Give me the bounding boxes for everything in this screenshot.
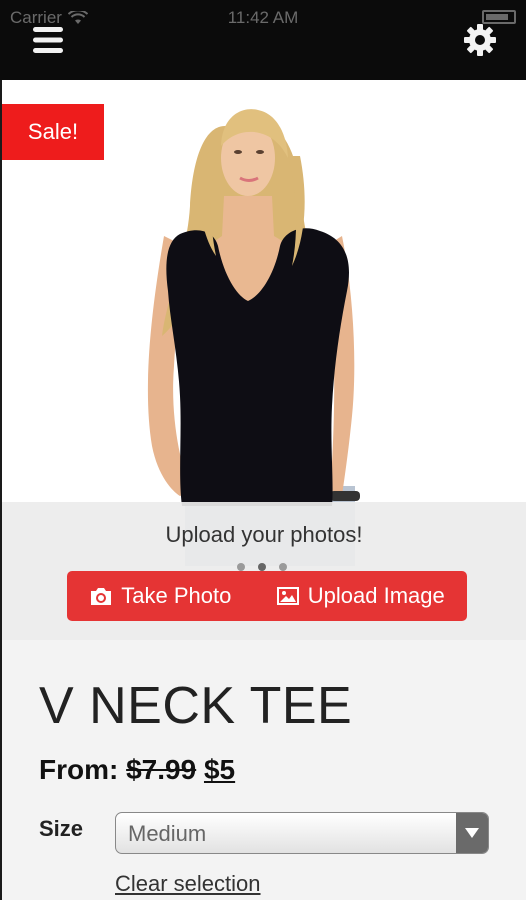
size-select[interactable]: Medium — [115, 812, 489, 854]
upload-image-label: Upload Image — [307, 583, 445, 608]
take-photo-button[interactable]: Take Photo — [89, 583, 231, 609]
price-line: From: $7.99 $5 — [39, 754, 235, 786]
chevron-down-icon[interactable] — [456, 813, 488, 853]
upload-panel: Upload your photos! Take Photo Upload Im… — [2, 502, 526, 640]
size-selected-value: Medium — [128, 821, 207, 846]
pager-dot[interactable] — [279, 563, 287, 571]
size-label: Size — [39, 816, 84, 841]
sale-badge: Sale! — [2, 104, 104, 160]
price-prefix: From: — [39, 754, 119, 785]
camera-icon — [91, 588, 112, 605]
image-icon — [276, 587, 299, 605]
upload-button-group: Take Photo Upload Image — [67, 571, 467, 621]
clear-selection-link[interactable]: Clear selection — [115, 871, 261, 897]
product-details: V NECK TEE From: $7.99 $5 Size Medium Cl… — [2, 640, 526, 900]
pager-dot[interactable] — [237, 563, 245, 571]
gear-icon[interactable] — [462, 22, 498, 58]
gallery-pager[interactable] — [237, 563, 287, 571]
upload-image-button[interactable]: Upload Image — [276, 583, 445, 609]
pager-dot-active[interactable] — [258, 563, 266, 571]
take-photo-label: Take Photo — [121, 583, 232, 608]
product-title: V NECK TEE — [39, 677, 353, 735]
status-time: 11:42 AM — [227, 8, 299, 27]
app-header: Carrier 11:42 AM — [0, 0, 526, 80]
price-sale: $5 — [203, 754, 236, 785]
price-original: $7.99 — [126, 754, 197, 785]
hamburger-menu-icon[interactable] — [32, 24, 64, 56]
upload-title: Upload your photos! — [165, 522, 363, 547]
status-bar: Carrier 11:42 AM — [0, 0, 526, 34]
